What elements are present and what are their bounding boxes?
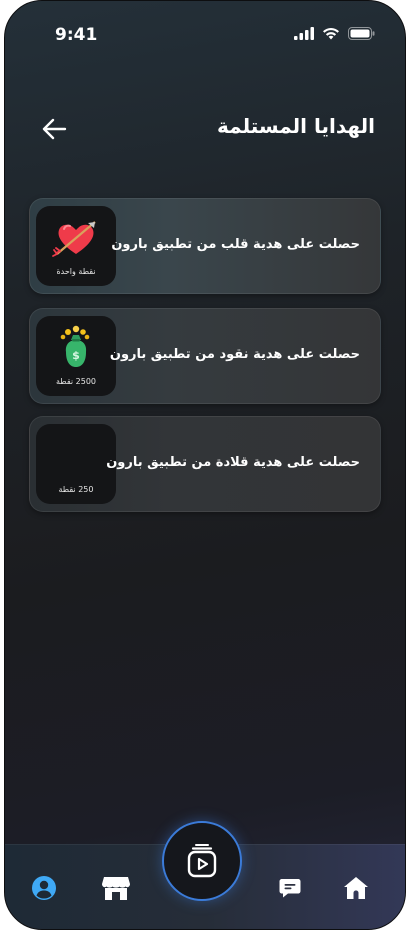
gift-text: حصلت على هدية قلب من تطبيق بارون (111, 237, 360, 252)
phone-screen: 9:41 الهدايا المستلمة نقطة واحدة حصلت عل… (4, 0, 406, 930)
home-icon (344, 877, 368, 899)
heart-arrow-icon (52, 221, 96, 257)
gift-thumbnail: 250 نقطة (36, 424, 116, 504)
profile-icon (32, 876, 56, 900)
center-reels-button[interactable] (162, 821, 242, 901)
gift-text: حصلت على هدية نقود من تطبيق بارون (109, 347, 360, 362)
nav-home[interactable] (341, 873, 371, 903)
nav-chat[interactable] (275, 873, 305, 903)
page-title: الهدايا المستلمة (217, 114, 375, 138)
gift-text: حصلت على هدية قلادة من تطبيق بارون (106, 455, 360, 470)
gift-points: 250 نقطة (58, 485, 94, 494)
reels-icon (187, 844, 217, 878)
battery-icon (348, 27, 375, 40)
gift-thumbnail: نقطة واحدة (36, 206, 116, 286)
nav-store[interactable] (101, 873, 131, 903)
gift-card[interactable]: $ 2500 نقطة حصلت على هدية نقود من تطبيق … (29, 308, 381, 404)
gift-card[interactable]: 250 نقطة حصلت على هدية قلادة من تطبيق با… (29, 416, 381, 512)
back-button[interactable] (39, 115, 69, 143)
store-icon (102, 877, 130, 900)
status-time: 9:41 (55, 25, 98, 45)
status-icons (294, 27, 375, 40)
status-bar: 9:41 (5, 1, 405, 61)
gift-points: نقطة واحدة (56, 267, 96, 276)
gift-points: 2500 نقطة (55, 377, 97, 386)
wifi-icon (323, 27, 339, 40)
gift-card[interactable]: نقطة واحدة حصلت على هدية قلب من تطبيق با… (29, 198, 381, 294)
svg-text:$: $ (72, 349, 80, 362)
money-bag-icon: $ (60, 325, 90, 367)
arrow-left-icon (42, 118, 67, 140)
chat-icon (279, 879, 301, 898)
gift-thumbnail: $ 2500 نقطة (36, 316, 116, 396)
signal-icon (294, 27, 314, 40)
nav-profile[interactable] (29, 873, 59, 903)
